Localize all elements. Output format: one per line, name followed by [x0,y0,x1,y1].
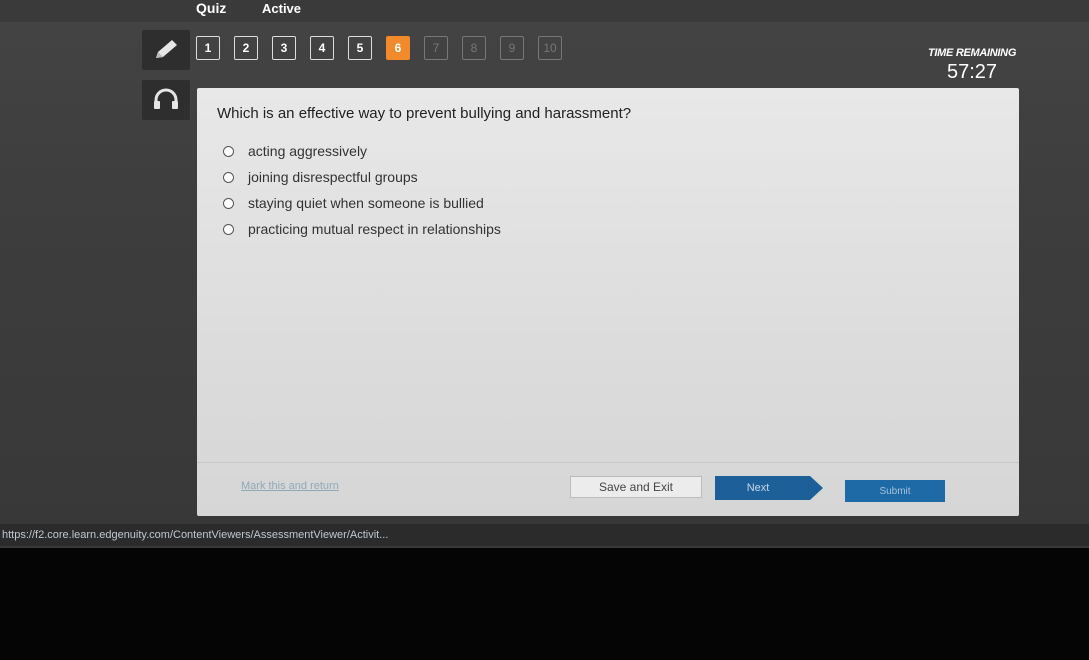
status-bar-url: https://f2.core.learn.edgenuity.com/Cont… [0,524,1089,546]
answer-option[interactable]: joining disrespectful groups [223,164,501,190]
audio-tool-button[interactable] [142,80,190,120]
answer-option-label: staying quiet when someone is bullied [248,195,484,211]
answer-option[interactable]: staying quiet when someone is bullied [223,190,501,216]
mark-and-return-link[interactable]: Mark this and return [241,480,339,492]
timer-value: 57:27 [947,61,998,83]
answer-option-label: joining disrespectful groups [248,169,418,185]
save-and-exit-button[interactable]: Save and Exit [570,476,702,498]
question-2-button[interactable]: 2 [234,36,258,60]
answer-option-label: practicing mutual respect in relationshi… [248,221,501,237]
radio-button[interactable] [223,171,234,183]
question-9-button[interactable]: 9 [500,36,524,60]
radio-button[interactable] [223,145,234,157]
answer-option[interactable]: acting aggressively [223,138,501,164]
pencil-icon [156,40,177,58]
headphones-icon [154,88,178,109]
question-8-button[interactable]: 8 [462,36,486,60]
question-4-button[interactable]: 4 [310,36,334,60]
question-10-button[interactable]: 10 [538,36,562,60]
question-text: Which is an effective way to prevent bul… [217,105,632,122]
screen: Quiz Active 1 2 3 4 5 6 7 8 9 10 TIME REMAINING 5… [0,0,1089,548]
question-7-button[interactable]: 7 [424,36,448,60]
question-6-button[interactable]: 6 [386,36,410,60]
radio-button[interactable] [223,197,234,209]
pencil-tool-button[interactable] [142,30,190,70]
question-1-button[interactable]: 1 [196,36,220,60]
timer-label: TIME REMAINING [928,47,1017,59]
radio-button[interactable] [223,223,234,235]
question-card: Which is an effective way to prevent bul… [197,88,1019,516]
answer-option-label: acting aggressively [248,143,368,159]
answer-options: acting aggressively joining disrespectfu… [223,138,501,242]
next-button[interactable]: Next [715,476,823,500]
footer-divider [197,462,1019,463]
question-3-button[interactable]: 3 [272,36,296,60]
monitor-bezel [0,548,1089,660]
top-bar: Quiz Active [0,0,1089,22]
submit-button[interactable]: Submit [845,480,945,502]
quiz-label: Quiz [196,0,227,16]
question-5-button[interactable]: 5 [348,36,372,60]
answer-option[interactable]: practicing mutual respect in relationshi… [223,216,501,242]
status-label: Active [262,1,302,16]
question-navigation: 1 2 3 4 5 6 7 8 9 10 [196,36,562,64]
